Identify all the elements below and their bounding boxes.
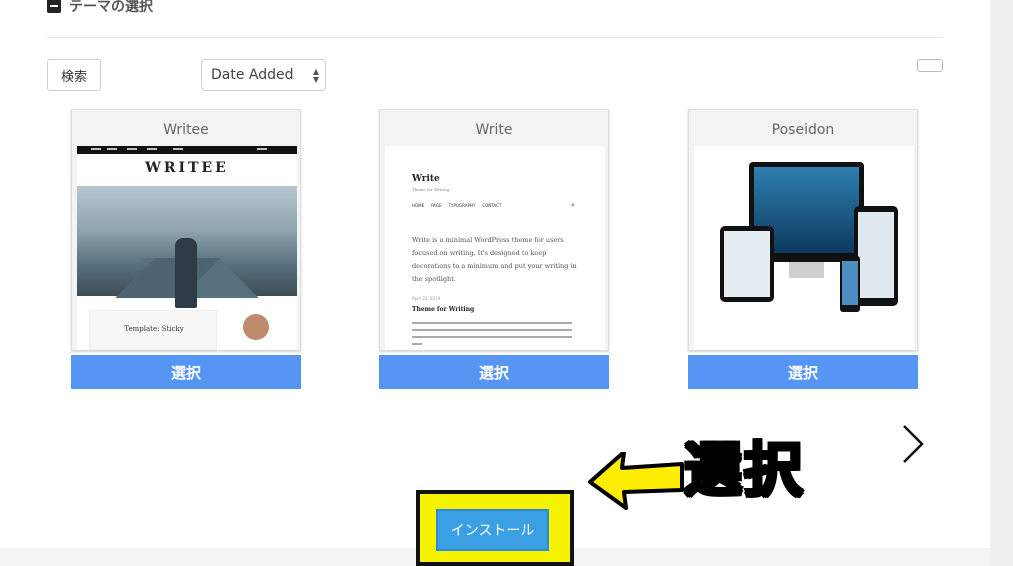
theme-name: Writee <box>163 122 209 138</box>
view-toggle[interactable] <box>917 59 943 72</box>
preview-menu-item: PAGE <box>431 203 442 208</box>
preview-post-card: Template: Sticky <box>89 310 217 350</box>
theme-name: Write <box>475 122 513 138</box>
theme-card-writee[interactable]: Writee WRITEE Template: Sticky <box>71 109 301 351</box>
preview-site-title: Write <box>412 174 440 184</box>
callout-arrow-icon <box>588 452 684 510</box>
chevron-right-icon[interactable] <box>896 424 930 464</box>
sort-select[interactable]: Date Added ▲ ▼ <box>201 59 326 91</box>
sort-select-value: Date Added <box>211 67 294 83</box>
preview-menu-item: TYPOGRAPHY <box>448 203 476 208</box>
preview-search-icon: ⌕ <box>571 201 575 209</box>
theme-name: Poseidon <box>771 122 835 138</box>
preview-intro: Write is a minimal WordPress theme for u… <box>412 236 577 283</box>
section-header[interactable]: テーマの選択 <box>47 0 153 18</box>
select-arrows-icon: ▲ ▼ <box>312 67 319 84</box>
section-divider <box>47 37 943 38</box>
select-theme-button[interactable]: 選択 <box>688 355 918 389</box>
preview-stand <box>789 262 824 278</box>
theme-screenshot: Write Theme for Writing HOME PAGE TYPOGR… <box>385 146 605 350</box>
theme-screenshot <box>694 146 914 350</box>
select-theme-button[interactable]: 選択 <box>71 355 301 389</box>
preview-logo: WRITEE <box>145 160 229 176</box>
theme-screenshot: WRITEE Template: Sticky <box>77 146 297 350</box>
preview-menu: HOME PAGE TYPOGRAPHY CONTACT <box>412 203 501 208</box>
install-button[interactable]: インストール <box>436 509 549 551</box>
theme-card-poseidon[interactable]: Poseidon <box>688 109 918 351</box>
search-button[interactable]: 検索 <box>47 59 101 91</box>
callout-label: 選択 <box>682 435 805 506</box>
preview-post-date: April 22, 2019 <box>412 296 441 301</box>
theme-card-write[interactable]: Write Write Theme for Writing HOME PAGE … <box>379 109 609 351</box>
preview-tagline: Theme for Writing <box>412 187 450 192</box>
preview-hero-image <box>77 186 297 308</box>
preview-phone <box>840 256 860 312</box>
preview-menu-item: CONTACT <box>482 203 502 208</box>
preview-post-title: Template: Sticky <box>124 325 184 333</box>
page-scrollbar-track <box>990 0 1013 566</box>
preview-post-title: Theme for Writing <box>412 306 475 313</box>
collapse-icon[interactable] <box>47 0 61 13</box>
select-theme-button[interactable]: 選択 <box>379 355 609 389</box>
preview-menu-item: HOME <box>412 203 425 208</box>
preview-tablet-portrait <box>854 206 898 306</box>
section-title: テーマの選択 <box>69 0 153 15</box>
preview-nav-bar <box>77 146 297 154</box>
preview-tablet <box>720 226 774 302</box>
preview-avatar <box>243 314 269 340</box>
